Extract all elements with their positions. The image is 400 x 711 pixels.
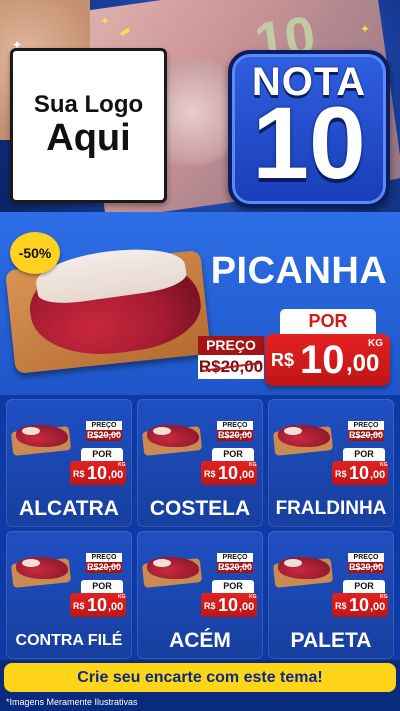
product-card[interactable]: PREÇO R$20,00 POR R$ 10 ,00 KG FRALDINHA <box>268 399 394 527</box>
old-price: R$20,00 <box>198 355 264 379</box>
old-price: R$20,00 <box>348 430 384 441</box>
meat-image <box>147 557 199 579</box>
header-banner: 10 ✦ ✦ ✦ Sua Logo Aqui NOTA 10 <box>0 0 400 212</box>
por-label: POR <box>212 448 254 461</box>
por-label: POR <box>343 580 385 593</box>
product-name: COSTELA <box>149 497 251 520</box>
currency-symbol: R$ <box>271 350 295 370</box>
price-decimal: ,00 <box>346 350 380 377</box>
price-decimal: ,00 <box>108 601 124 613</box>
price-decimal: ,00 <box>239 469 255 481</box>
meat-image <box>16 425 68 447</box>
logo-text-line1: Sua Logo <box>33 91 144 119</box>
old-price: R$20,00 <box>217 562 253 573</box>
cta-banner[interactable]: Crie seu encarte com este tema! <box>4 663 396 692</box>
new-price-tag: R$ 10 ,00 KG <box>70 461 126 485</box>
price-integer: 10 <box>218 463 239 483</box>
new-price-tag: R$ 10 ,00 KG <box>265 334 390 386</box>
preco-label: PREÇO <box>86 553 122 562</box>
currency-symbol: R$ <box>73 601 85 611</box>
new-price-tag: R$ 10 ,00 KG <box>332 593 388 617</box>
product-name: PALETA <box>290 629 372 652</box>
product-card[interactable]: PREÇO R$20,00 POR R$ 10 ,00 KG CONTRA FI… <box>6 531 132 659</box>
por-label: POR <box>280 309 376 334</box>
price-unit: KG <box>118 594 126 600</box>
discount-badge: -50% <box>10 232 60 274</box>
logo-text-line2: Aqui <box>46 116 131 159</box>
product-name: ACÉM <box>169 629 231 652</box>
preco-label: PREÇO <box>86 421 122 430</box>
product-name: CONTRA FILÉ <box>15 632 123 649</box>
product-card[interactable]: PREÇO R$20,00 POR R$ 10 ,00 KG ALCATRA <box>6 399 132 527</box>
currency-symbol: R$ <box>335 469 347 479</box>
product-card[interactable]: PREÇO R$20,00 POR R$ 10 ,00 KG COSTELA <box>137 399 263 527</box>
price-unit: KG <box>118 462 126 468</box>
price-integer: 10 <box>87 595 108 615</box>
old-price: R$20,00 <box>86 562 122 573</box>
new-price-tag: R$ 10 ,00 KG <box>201 461 257 485</box>
meat-image <box>278 557 330 579</box>
featured-product-name: PICANHA <box>210 250 388 292</box>
product-name: ALCATRA <box>19 497 119 520</box>
product-name: FRALDINHA <box>275 498 387 519</box>
currency-symbol: R$ <box>73 469 85 479</box>
old-price: R$20,00 <box>217 430 253 441</box>
featured-product[interactable]: -50% PICANHA POR PREÇO R$20,00 R$ 10 ,00… <box>0 212 400 395</box>
por-label: POR <box>81 448 123 461</box>
new-price-tag: R$ 10 ,00 KG <box>70 593 126 617</box>
preco-label: PREÇO <box>217 553 253 562</box>
price-unit: KG <box>380 594 388 600</box>
price-integer: 10 <box>218 595 239 615</box>
new-price-tag: R$ 10 ,00 KG <box>201 593 257 617</box>
price-decimal: ,00 <box>239 601 255 613</box>
sparkle-icon: ✦ <box>360 22 371 36</box>
price-unit: KG <box>249 462 257 468</box>
old-price: R$20,00 <box>86 430 122 441</box>
preco-label: PREÇO <box>348 421 384 430</box>
disclaimer-text: *Imagens Meramente Ilustrativas <box>6 697 138 707</box>
price-unit: KG <box>380 462 388 468</box>
product-grid: PREÇO R$20,00 POR R$ 10 ,00 KG ALCATRA P… <box>0 395 400 660</box>
preco-label: PREÇO <box>217 421 253 430</box>
currency-symbol: R$ <box>204 601 216 611</box>
currency-symbol: R$ <box>204 469 216 479</box>
sparkle-icon: ✦ <box>100 14 111 28</box>
logo-placeholder[interactable]: Sua Logo Aqui <box>10 48 167 203</box>
price-decimal: ,00 <box>370 601 386 613</box>
price-integer: 10 <box>349 595 370 615</box>
price-decimal: ,00 <box>370 469 386 481</box>
meat-image <box>278 425 330 447</box>
meat-image <box>147 425 199 447</box>
nota-10-badge: NOTA 10 <box>228 50 390 208</box>
old-price: R$20,00 <box>348 562 384 573</box>
product-card[interactable]: PREÇO R$20,00 POR R$ 10 ,00 KG ACÉM <box>137 531 263 659</box>
price-decimal: ,00 <box>108 469 124 481</box>
price-unit: KG <box>249 594 257 600</box>
price-integer: 10 <box>349 463 370 483</box>
currency-symbol: R$ <box>335 601 347 611</box>
price-unit: KG <box>368 338 383 349</box>
por-label: POR <box>81 580 123 593</box>
badge-number: 10 <box>252 86 366 200</box>
preco-label: PREÇO <box>198 336 264 355</box>
preco-label: PREÇO <box>348 553 384 562</box>
product-card[interactable]: PREÇO R$20,00 POR R$ 10 ,00 KG PALETA <box>268 531 394 659</box>
new-price-tag: R$ 10 ,00 KG <box>332 461 388 485</box>
por-label: POR <box>212 580 254 593</box>
price-integer: 10 <box>300 338 345 382</box>
meat-image <box>16 557 68 579</box>
price-integer: 10 <box>87 463 108 483</box>
por-label: POR <box>343 448 385 461</box>
